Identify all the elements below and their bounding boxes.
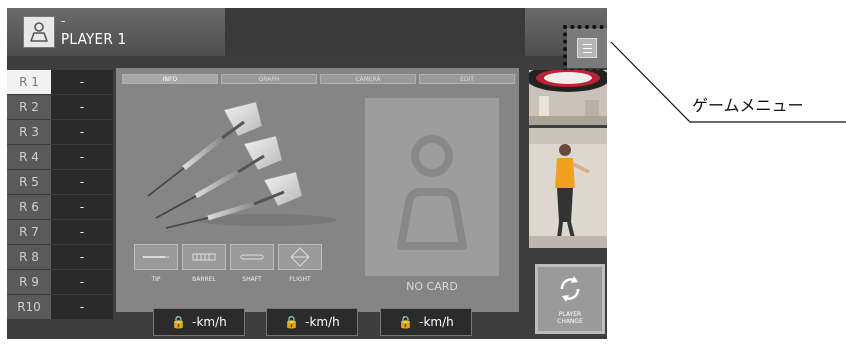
- speed-readout: 🔒 -km/h: [266, 308, 358, 336]
- part-flight-label: FLIGHT: [289, 276, 311, 283]
- player-name: PLAYER 1: [61, 30, 127, 48]
- round-row: R10-: [7, 295, 113, 320]
- lock-icon: 🔒: [398, 315, 414, 329]
- round-label: R 1: [7, 70, 51, 94]
- card-user-icon: [397, 135, 467, 250]
- lock-icon: 🔒: [284, 315, 300, 329]
- flight-icon: [290, 247, 310, 267]
- round-row: R 1-: [7, 70, 113, 95]
- round-score: -: [51, 120, 113, 144]
- round-label: R 7: [7, 220, 51, 244]
- player-change-line2: CHANGE: [557, 318, 583, 325]
- round-score: -: [51, 195, 113, 219]
- player-avatar: [23, 16, 55, 48]
- player-card: [365, 98, 499, 276]
- round-row: R 4-: [7, 145, 113, 170]
- darts-image: [147, 101, 336, 229]
- menu-highlight-frame: [563, 25, 607, 73]
- round-label: R 5: [7, 170, 51, 194]
- part-flight-button[interactable]: [278, 244, 322, 270]
- round-score: -: [51, 295, 113, 319]
- dart-parts: TIP BARREL SHAFT FLIGHT: [134, 244, 324, 290]
- round-row: R 2-: [7, 95, 113, 120]
- round-list: R 1- R 2- R 3- R 4- R 5- R 6- R 7- R 8- …: [7, 70, 113, 320]
- card-status: NO CARD: [406, 280, 458, 293]
- part-tip-label: TIP: [151, 276, 161, 283]
- round-score: -: [51, 270, 113, 294]
- round-score: -: [51, 170, 113, 194]
- game-screen: - PLAYER 1 R 1- R 2- R 3- R 4- R 5- R 6-…: [7, 8, 607, 339]
- round-row: R 7-: [7, 220, 113, 245]
- part-shaft-button[interactable]: [230, 244, 274, 270]
- tip-icon: [143, 256, 169, 258]
- round-score: -: [51, 70, 113, 94]
- speed-value: -km/h: [192, 315, 227, 329]
- part-shaft-label: SHAFT: [242, 276, 262, 283]
- round-score: -: [51, 220, 113, 244]
- info-panel: INFO GRAPH CAMERA EDIT TIP BARREL SHAFT …: [116, 68, 519, 312]
- barrel-icon: [192, 253, 216, 261]
- tab-edit[interactable]: EDIT: [419, 74, 515, 84]
- round-label: R 8: [7, 245, 51, 269]
- dartboard-camera-view: [529, 70, 607, 125]
- user-icon: [30, 22, 48, 42]
- player-change-line1: PLAYER: [558, 311, 582, 318]
- shaft-icon: [240, 254, 264, 260]
- dartboard-image: [529, 70, 607, 125]
- tab-info[interactable]: INFO: [122, 74, 218, 84]
- top-bar: - PLAYER 1: [7, 8, 607, 56]
- panel-tabs: INFO GRAPH CAMERA EDIT: [122, 74, 516, 84]
- player-camera-view: [529, 128, 607, 248]
- player-photo: [529, 128, 607, 248]
- tab-camera[interactable]: CAMERA: [320, 74, 416, 84]
- speed-value: -km/h: [305, 315, 340, 329]
- round-label: R 2: [7, 95, 51, 119]
- lock-icon: 🔒: [171, 315, 187, 329]
- speed-readout: 🔒 -km/h: [380, 308, 472, 336]
- player-stat: -: [61, 14, 66, 28]
- round-row: R 8-: [7, 245, 113, 270]
- speed-readout: 🔒 -km/h: [153, 308, 245, 336]
- round-label: R 9: [7, 270, 51, 294]
- round-label: R10: [7, 295, 51, 319]
- round-label: R 4: [7, 145, 51, 169]
- tab-graph[interactable]: GRAPH: [221, 74, 317, 84]
- speed-value: -km/h: [419, 315, 454, 329]
- round-label: R 6: [7, 195, 51, 219]
- game-menu-callout: ゲームメニュー: [692, 96, 804, 115]
- round-row: R 6-: [7, 195, 113, 220]
- round-score: -: [51, 245, 113, 269]
- part-barrel-button[interactable]: [182, 244, 226, 270]
- top-bar-dark-area: [225, 8, 525, 56]
- part-barrel-label: BARREL: [192, 276, 216, 283]
- dart-illustration: [126, 92, 350, 240]
- round-row: R 9-: [7, 270, 113, 295]
- refresh-icon: [560, 276, 580, 302]
- player-change-label: PLAYER CHANGE: [538, 311, 602, 325]
- round-score: -: [51, 95, 113, 119]
- player-change-button[interactable]: PLAYER CHANGE: [535, 264, 605, 334]
- round-score: -: [51, 145, 113, 169]
- round-row: R 5-: [7, 170, 113, 195]
- round-row: R 3-: [7, 120, 113, 145]
- round-label: R 3: [7, 120, 51, 144]
- part-tip-button[interactable]: [134, 244, 178, 270]
